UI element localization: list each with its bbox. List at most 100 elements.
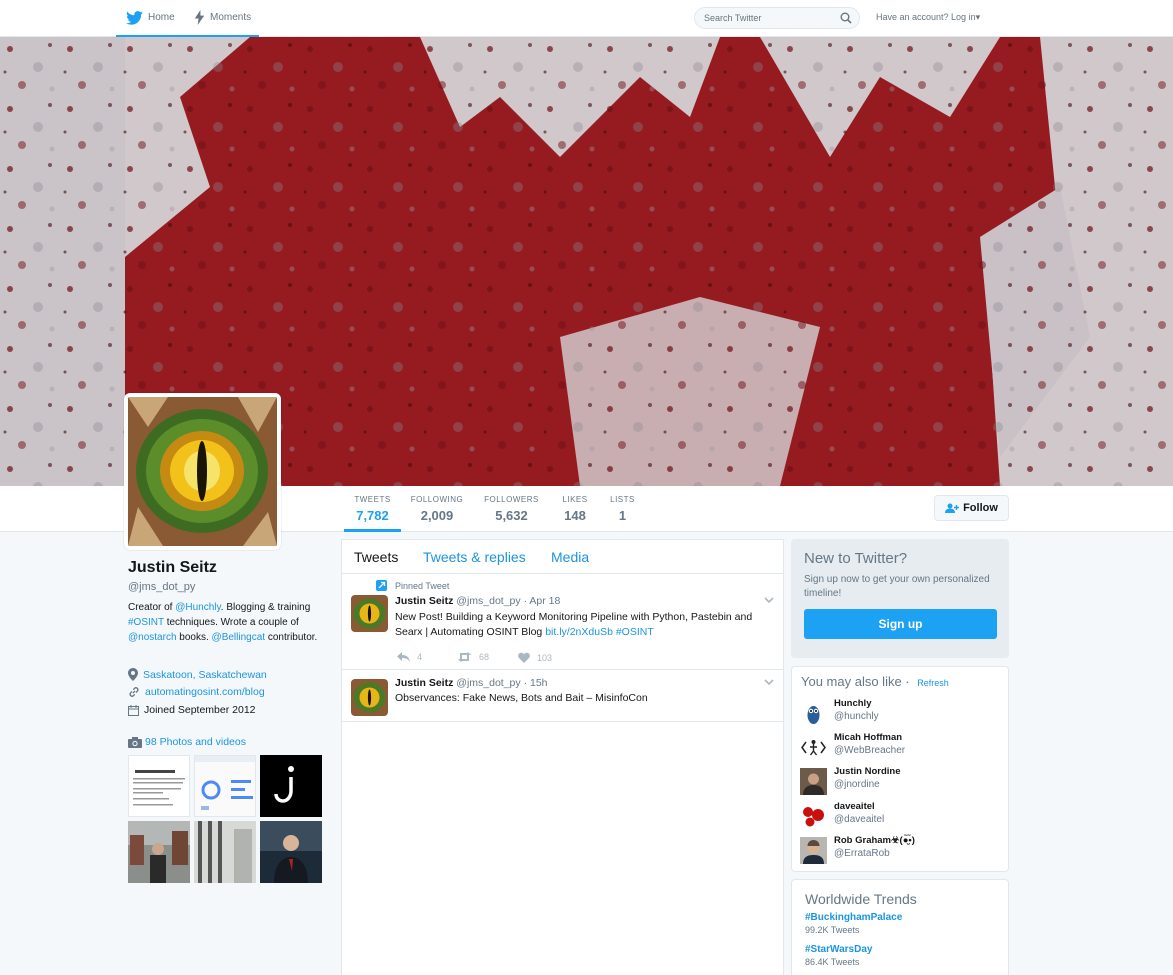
refresh-link[interactable]: Refresh [917, 678, 949, 688]
media-thumbnail[interactable] [194, 821, 256, 883]
search-icon[interactable] [840, 12, 852, 24]
signup-button[interactable]: Sign up [804, 609, 997, 639]
bio-link-bellingcat[interactable]: @Bellingcat [212, 632, 266, 643]
question-hook-preview [274, 766, 294, 803]
tab-tweets[interactable]: Tweets [354, 549, 398, 565]
tweet-hashtag[interactable]: #OSINT [616, 626, 654, 638]
suggested-user[interactable]: Hunchly @hunchly [800, 698, 1000, 728]
reply-action[interactable]: 4 [397, 652, 422, 662]
location-link[interactable]: Saskatoon, Saskatchewan [143, 669, 267, 681]
website-link[interactable]: automatingosint.com/blog [145, 686, 265, 698]
stat-value: 7,782 [356, 508, 389, 523]
avatar[interactable] [800, 803, 827, 830]
photos-label: 98 Photos and videos [145, 736, 246, 748]
reply-icon [397, 652, 410, 662]
suggested-user-name[interactable]: Hunchly [834, 698, 871, 709]
suggested-user-name[interactable]: Justin Nordine [834, 766, 901, 777]
tweet-link[interactable]: bit.ly/2nXduSb [545, 626, 613, 638]
pinned-text: Pinned Tweet [395, 580, 450, 591]
tweet-time[interactable]: 15h [530, 677, 548, 689]
pin-icon [376, 580, 387, 591]
tab-media[interactable]: Media [551, 549, 589, 565]
profile-bio: Creator of @Hunchly. Blogging & training… [128, 600, 333, 645]
avatar[interactable] [800, 837, 827, 864]
suggestions-title: You may also like [801, 674, 902, 689]
tweet-time[interactable]: Apr 18 [529, 595, 560, 607]
profile-handle[interactable]: @jms_dot_py [128, 581, 195, 593]
suggested-user[interactable]: Rob Graham☣(●̮̮̃•̃) @ErrataRob [800, 835, 1000, 865]
tweet-avatar[interactable] [351, 679, 388, 716]
suggested-user[interactable]: Micah Hoffman @WebBreacher [800, 732, 1000, 762]
media-thumbnail[interactable] [260, 755, 322, 817]
profile-location: Saskatoon, Saskatchewan [128, 668, 267, 681]
bio-link-hunchly[interactable]: @Hunchly [175, 602, 221, 613]
profile-name[interactable]: Justin Seitz [128, 559, 217, 577]
bio-text: . Blogging & training [220, 602, 311, 613]
timeline-tabs: Tweets Tweets & replies Media [342, 540, 783, 574]
dragon-eye-avatar [351, 679, 388, 716]
nav-moments-label: Moments [210, 12, 252, 23]
tweet-author-handle[interactable]: @jms_dot_py [456, 595, 520, 607]
trends-title: Worldwide Trends [805, 891, 917, 907]
tweet-text: Observances: Fake News, Bots and Bait – … [395, 692, 648, 704]
media-thumbnail[interactable] [260, 821, 322, 883]
media-thumbnail[interactable] [128, 821, 190, 883]
bio-link-osint[interactable]: #OSINT [128, 617, 164, 628]
bio-text: Creator of [128, 602, 176, 613]
avatar[interactable] [800, 734, 827, 761]
media-thumbnail[interactable] [194, 755, 256, 817]
nav-home[interactable]: Home [116, 0, 188, 37]
follow-button[interactable]: Follow [934, 495, 1009, 521]
stat-value: 5,632 [495, 508, 528, 523]
login-dropdown[interactable]: Have an account? Log in▾ [876, 12, 980, 23]
suggested-user-handle: @ErrataRob [834, 848, 890, 859]
profile-avatar[interactable] [124, 393, 281, 550]
street-photo-preview [128, 821, 190, 883]
trend-item[interactable]: #StarWarsDay [805, 944, 872, 955]
media-thumbnail[interactable] [128, 755, 190, 817]
stat-following[interactable]: FOLLOWING 2,009 [406, 486, 468, 532]
suggested-user-name[interactable]: Micah Hoffman [834, 732, 902, 743]
suggested-user[interactable]: daveaitel @daveaitel [800, 801, 1000, 831]
trend-count: 99.2K Tweets [805, 925, 860, 935]
suggested-user-handle: @daveaitel [834, 814, 885, 825]
stat-lists[interactable]: LISTS 1 [605, 486, 640, 532]
calendar-icon [128, 704, 139, 716]
code-figure-avatar [800, 734, 827, 761]
suggested-user-name[interactable]: daveaitel [834, 801, 875, 812]
timeline: Tweets Tweets & replies Media Pinned Twe… [341, 539, 784, 975]
owl-avatar [800, 700, 827, 727]
avatar[interactable] [800, 768, 827, 795]
tweet-item[interactable]: Pinned Tweet Justin Seitz @jms_dot_py · … [342, 574, 783, 670]
trend-item[interactable]: #BuckinghamPalace [805, 912, 902, 923]
bio-text: techniques. Wrote a couple of [163, 617, 299, 628]
red-hexagons-avatar [800, 803, 827, 830]
tweet-author-handle[interactable]: @jms_dot_py [456, 677, 520, 689]
tab-tweets-replies[interactable]: Tweets & replies [423, 549, 526, 565]
tweet-author-name[interactable]: Justin Seitz [395, 677, 453, 689]
retweet-action[interactable]: 68 [457, 652, 489, 662]
person-avatar [800, 768, 827, 795]
tweet-item[interactable]: Justin Seitz @jms_dot_py · 15h Observanc… [342, 670, 783, 722]
suggestions-header: You may also like · Refresh [801, 674, 949, 689]
chevron-down-icon[interactable] [764, 679, 774, 686]
suggested-user[interactable]: Justin Nordine @jnordine [800, 766, 1000, 796]
tweet-avatar[interactable] [351, 595, 388, 632]
chevron-down-icon[interactable] [764, 597, 774, 604]
stat-followers[interactable]: FOLLOWERS 5,632 [479, 486, 544, 532]
top-navigation: Home Moments Have an account? Log in▾ [0, 0, 1173, 37]
stat-tweets[interactable]: TWEETS 7,782 [344, 486, 401, 532]
stat-likes[interactable]: LIKES 148 [555, 486, 595, 532]
avatar[interactable] [800, 700, 827, 727]
photos-videos-link[interactable]: 98 Photos and videos [128, 736, 246, 748]
profile-joined: Joined September 2012 [128, 704, 256, 716]
suggested-user-name[interactable]: Rob Graham☣(●̮̮̃•̃) [834, 835, 915, 846]
stat-value: 1 [618, 508, 627, 523]
search-input[interactable] [695, 8, 830, 28]
trends-card: Worldwide Trends #BuckinghamPalace 99.2K… [791, 879, 1009, 975]
like-action[interactable]: 103 [518, 652, 552, 663]
twitter-bird-icon [126, 10, 143, 25]
bio-link-nostarch[interactable]: @nostarch [128, 632, 177, 643]
tweet-author-name[interactable]: Justin Seitz [395, 595, 453, 607]
nav-moments[interactable]: Moments [188, 0, 259, 37]
